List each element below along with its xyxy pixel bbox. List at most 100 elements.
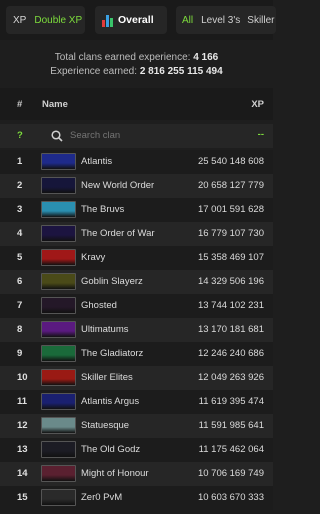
clan-xp: 10 706 169 749 [197,468,264,479]
table-header: # Name XP [0,88,273,120]
clan-xp: 12 246 240 686 [197,348,264,359]
clan-banner-icon [41,393,76,410]
search-rank-placeholder: ? [17,130,23,141]
table-row[interactable]: 8 Ultimatums 13 170 181 681 [0,318,273,342]
clan-xp: 15 358 469 107 [197,252,264,263]
table-row[interactable]: 5 Kravy 15 358 469 107 [0,246,273,270]
clan-name-link[interactable]: Atlantis [81,156,112,167]
clan-name-link[interactable]: Might of Honour [81,468,149,479]
clan-xp: 16 779 107 730 [197,228,264,239]
clan-xp: 10 603 670 333 [197,492,264,503]
table-row[interactable]: 4 The Order of War 16 779 107 730 [0,222,273,246]
clan-category-toggle[interactable]: All Level 3's Skiller [176,6,276,34]
table-row[interactable]: 3 The Bruvs 17 001 591 628 [0,198,273,222]
clan-rank: 4 [17,228,23,239]
clan-rank: 6 [17,276,23,287]
clan-banner-icon [41,201,76,218]
clan-banner-icon [41,441,76,458]
filter-bar: XP Double XP Overall All Level 3's Skill… [0,0,276,40]
total-clans-line: Total clans earned experience: 4 166 [0,51,273,65]
clan-rank: 5 [17,252,23,263]
category-all[interactable]: All [182,15,193,26]
table-row[interactable]: 9 The Gladiatorz 12 246 240 686 [0,342,273,366]
clan-banner-icon [41,297,76,314]
clan-rank: 12 [17,420,28,431]
table-row[interactable]: 1 Atlantis 25 540 148 608 [0,150,273,174]
clan-xp: 11 619 395 474 [198,396,264,407]
total-clans-label: Total clans earned experience: [54,52,191,63]
clan-xp: 13 170 181 681 [197,324,264,335]
table-row[interactable]: 2 New World Order 20 658 127 779 [0,174,273,198]
clan-xp: 11 591 985 641 [198,420,264,431]
experience-earned-line: Experience earned: 2 816 255 115 494 [0,65,273,79]
table-row[interactable]: 13 The Old Godz 11 175 462 064 [0,438,273,462]
table-row[interactable]: 10 Skiller Elites 12 049 263 926 [0,366,273,390]
clan-rank: 11 [17,396,28,407]
experience-summary: Total clans earned experience: 4 166 Exp… [0,51,273,79]
experience-earned-value: 2 816 255 115 494 [139,66,223,77]
clan-banner-icon [41,273,76,290]
table-row[interactable]: 6 Goblin Slayerz 14 329 506 196 [0,270,273,294]
clan-xp: 20 658 127 779 [197,180,264,191]
overall-label: Overall [118,14,154,26]
clan-rank: 1 [17,156,23,167]
name-column-header[interactable]: Name [42,99,68,110]
clan-banner-icon [41,489,76,506]
search-xp-placeholder: -- [257,129,264,140]
clan-rank: 15 [17,492,28,503]
table-row[interactable]: 14 Might of Honour 10 706 169 749 [0,462,273,486]
clan-rank: 7 [17,300,23,311]
experience-earned-label: Experience earned: [50,66,138,77]
total-clans-value: 4 166 [193,52,219,63]
search-clan-input[interactable] [70,130,220,141]
clan-name-link[interactable]: The Bruvs [81,204,124,215]
clan-rank: 2 [17,180,23,191]
search-row: ? -- [0,124,273,148]
clan-banner-icon [41,225,76,242]
clan-banner-icon [41,321,76,338]
clan-xp: 11 175 462 064 [198,444,264,455]
clan-name-link[interactable]: Ultimatums [81,324,129,335]
clan-name-link[interactable]: The Old Godz [81,444,140,455]
clan-xp: 17 001 591 628 [197,204,264,215]
clan-banner-icon [41,249,76,266]
clan-rank: 13 [17,444,28,455]
clan-rank: 10 [17,372,28,383]
clan-name-link[interactable]: The Gladiatorz [81,348,143,359]
xp-option[interactable]: XP [13,15,26,26]
clan-name-link[interactable]: Ghosted [81,300,117,311]
clan-xp: 12 049 263 926 [197,372,264,383]
xp-type-toggle[interactable]: XP Double XP [6,6,85,34]
clan-name-link[interactable]: Skiller Elites [81,372,133,383]
clan-name-link[interactable]: Statuesque [81,420,129,431]
clan-banner-icon [41,369,76,386]
clan-xp: 25 540 148 608 [197,156,264,167]
clan-name-link[interactable]: Kravy [81,252,105,263]
table-row[interactable]: 7 Ghosted 13 744 102 231 [0,294,273,318]
double-xp-option[interactable]: Double XP [34,15,82,26]
overall-skill-dropdown[interactable]: Overall [95,6,167,34]
clan-banner-icon [41,153,76,170]
clan-list: 1 Atlantis 25 540 148 608 2 New World Order 2… [0,150,273,510]
category-level3[interactable]: Level 3's [201,15,240,26]
clan-banner-icon [41,465,76,482]
clan-rank: 9 [17,348,23,359]
clan-name-link[interactable]: Atlantis Argus [81,396,139,407]
rank-column-header[interactable]: # [17,99,22,110]
clan-name-link[interactable]: New World Order [81,180,154,191]
table-row[interactable]: 12 Statuesque 11 591 985 641 [0,414,273,438]
clan-xp: 13 744 102 231 [197,300,264,311]
table-row[interactable]: 15 Zer0 PvM 10 603 670 333 [0,486,273,510]
clan-rank: 3 [17,204,23,215]
search-icon [51,130,63,142]
xp-column-header[interactable]: XP [251,99,264,110]
clan-rank: 8 [17,324,23,335]
clan-name-link[interactable]: Zer0 PvM [81,492,122,503]
table-row[interactable]: 11 Atlantis Argus 11 619 395 474 [0,390,273,414]
clan-banner-icon [41,345,76,362]
clan-xp: 14 329 506 196 [197,276,264,287]
clan-name-link[interactable]: The Order of War [81,228,155,239]
clan-banner-icon [41,177,76,194]
clan-name-link[interactable]: Goblin Slayerz [81,276,143,287]
category-skiller[interactable]: Skiller [247,15,274,26]
